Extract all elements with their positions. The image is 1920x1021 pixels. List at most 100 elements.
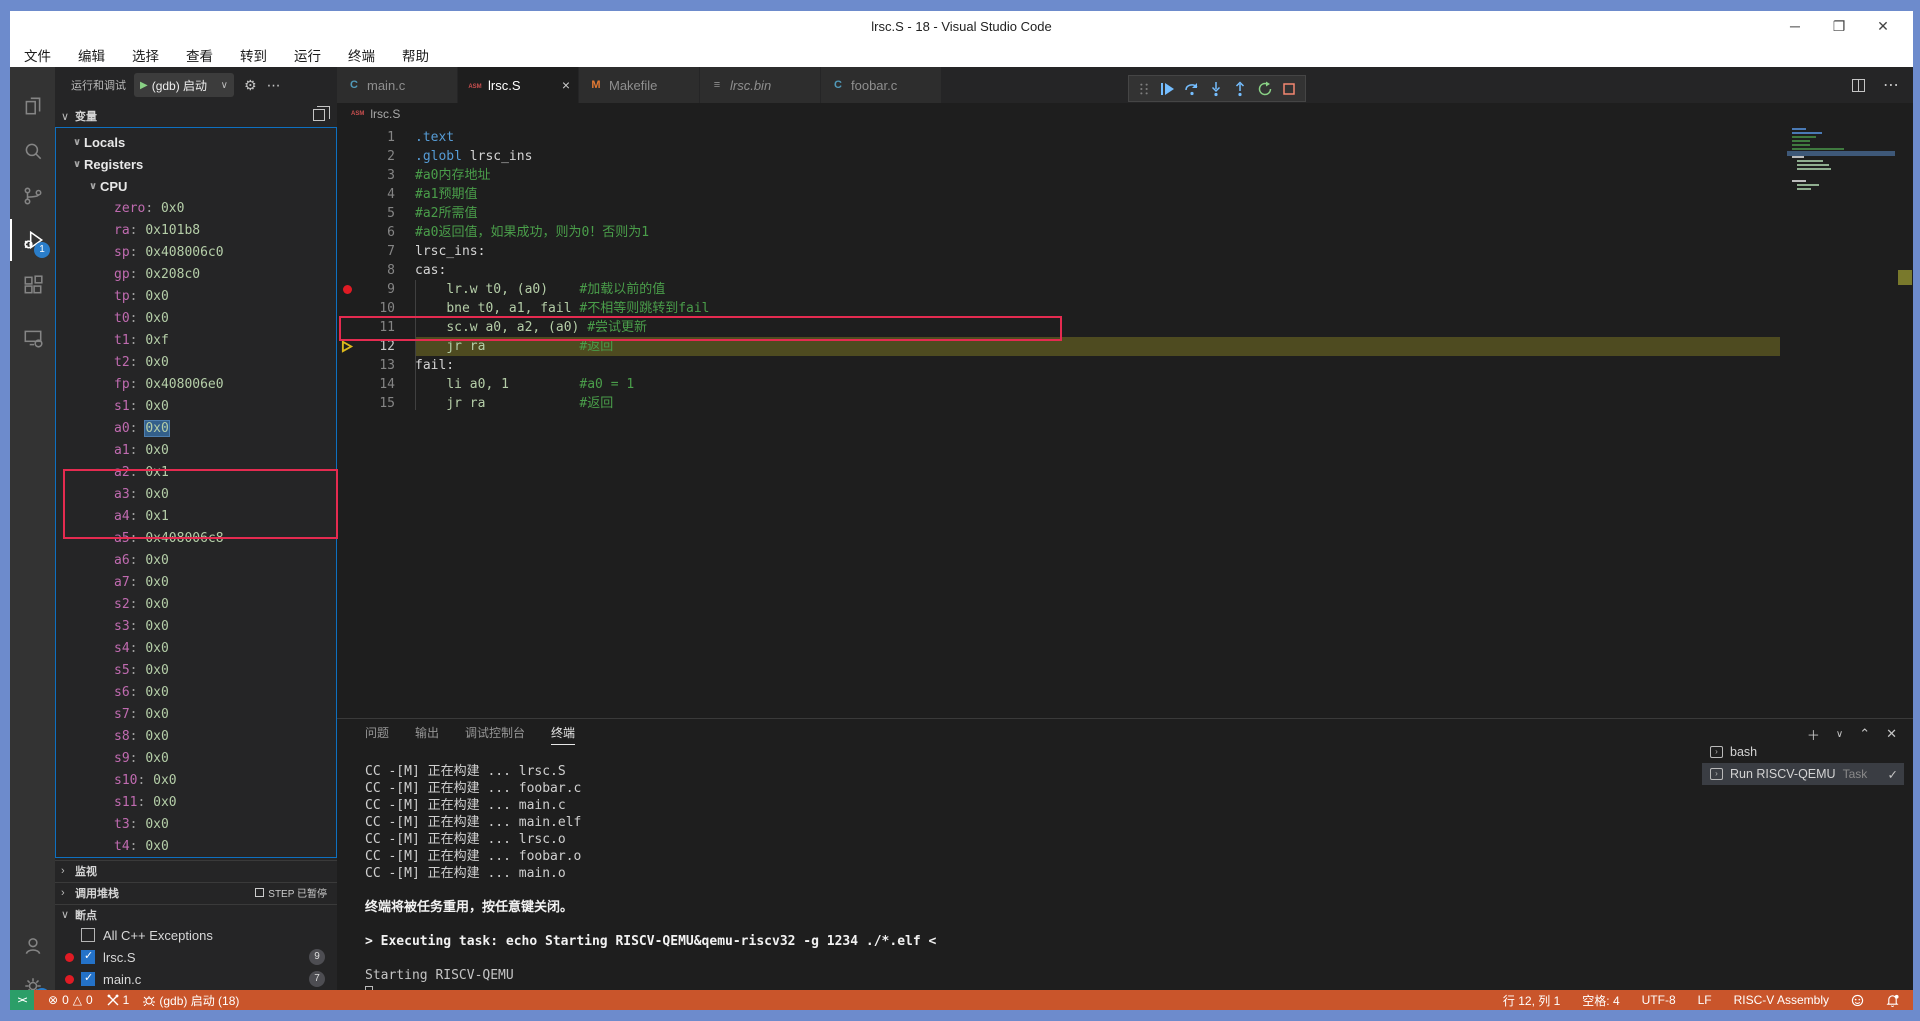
register-row[interactable]: a0: 0x0 xyxy=(56,417,336,439)
menu-item[interactable]: 终端 xyxy=(348,45,375,65)
editor-tab[interactable]: Makefile × xyxy=(579,67,700,103)
debug-session-indicator[interactable]: (gdb) 启动 (18) xyxy=(143,992,239,1009)
menu-item[interactable]: 运行 xyxy=(294,45,321,65)
panel-tab[interactable]: 终端 xyxy=(551,724,576,745)
register-row[interactable]: gp: 0x208c0 xyxy=(56,263,336,285)
breakpoints-section-header[interactable]: ∨ 断点 xyxy=(55,904,337,924)
register-row[interactable]: s7: 0x0 xyxy=(56,703,336,725)
account-icon[interactable] xyxy=(10,925,55,967)
register-row[interactable]: a1: 0x0 xyxy=(56,439,336,461)
stop-icon[interactable] xyxy=(1281,81,1297,97)
gutter[interactable] xyxy=(337,394,357,413)
code-area[interactable]: 1 .text 2 .globl lrsc_ins 3 #a0内存地址 4 #a… xyxy=(337,125,1780,718)
register-row[interactable]: a5: 0x408006c8 xyxy=(56,527,336,549)
gutter[interactable] xyxy=(337,204,357,223)
register-row[interactable]: s2: 0x0 xyxy=(56,593,336,615)
remote-indicator[interactable]: >< xyxy=(10,990,34,1010)
register-row[interactable]: t1: 0xf xyxy=(56,329,336,351)
source-control-icon[interactable] xyxy=(10,175,55,217)
code-line[interactable]: 3 #a0内存地址 xyxy=(337,166,1780,185)
breakpoint-row[interactable]: main.c 7 xyxy=(55,968,337,990)
register-row[interactable]: s6: 0x0 xyxy=(56,681,336,703)
code-line[interactable]: 8 cas: xyxy=(337,261,1780,280)
problems-indicator[interactable]: ⊗ 0 △ 0 xyxy=(48,993,93,1007)
split-editor-icon[interactable] xyxy=(1852,78,1865,92)
editor-tab[interactable]: main.c × xyxy=(337,67,458,103)
restore-button[interactable]: ❐ xyxy=(1817,11,1861,42)
register-row[interactable]: tp: 0x0 xyxy=(56,285,336,307)
terminal-dropdown-icon[interactable]: ∨ xyxy=(1836,729,1843,740)
register-row[interactable]: s9: 0x0 xyxy=(56,747,336,769)
register-row[interactable]: s4: 0x0 xyxy=(56,637,336,659)
debug-settings-gear-icon[interactable]: ⚙ xyxy=(244,77,257,94)
menu-item[interactable]: 查看 xyxy=(186,45,213,65)
code-line[interactable]: 14 li a0, 1 #a0 = 1 xyxy=(337,375,1780,394)
gutter[interactable] xyxy=(337,261,357,280)
gutter[interactable] xyxy=(337,223,357,242)
step-into-icon[interactable] xyxy=(1208,81,1224,97)
gutter[interactable] xyxy=(337,375,357,394)
code-line[interactable]: 4 #a1预期值 xyxy=(337,185,1780,204)
restart-icon[interactable] xyxy=(1257,81,1273,97)
register-row[interactable]: t2: 0x0 xyxy=(56,351,336,373)
feedback-icon[interactable] xyxy=(1851,994,1864,1007)
encoding[interactable]: UTF-8 xyxy=(1642,993,1676,1007)
gutter[interactable] xyxy=(337,318,357,337)
step-over-icon[interactable] xyxy=(1184,81,1200,97)
more-actions-icon[interactable]: ⋯ xyxy=(267,77,281,94)
register-row[interactable]: t3: 0x0 xyxy=(56,813,336,835)
menu-item[interactable]: 帮助 xyxy=(402,45,429,65)
code-line[interactable]: 11 sc.w a0, a2, (a0) #尝试更新 xyxy=(337,318,1780,337)
register-row[interactable]: a6: 0x0 xyxy=(56,549,336,571)
gutter[interactable] xyxy=(337,299,357,318)
group-icon[interactable] xyxy=(313,106,330,121)
variables-group-row[interactable]: ∨ Registers xyxy=(56,153,336,175)
menu-item[interactable]: 文件 xyxy=(24,45,51,65)
panel-tab[interactable]: 问题 xyxy=(365,724,389,744)
close-icon[interactable]: × xyxy=(562,77,570,93)
eol-sequence[interactable]: LF xyxy=(1698,993,1712,1007)
code-line[interactable]: 13 fail: xyxy=(337,356,1780,375)
register-row[interactable]: s10: 0x0 xyxy=(56,769,336,791)
code-line[interactable]: 7 lrsc_ins: xyxy=(337,242,1780,261)
register-row[interactable]: s1: 0x0 xyxy=(56,395,336,417)
breadcrumb[interactable]: ASM lrsc.S xyxy=(337,103,1913,125)
drag-handle-icon[interactable] xyxy=(1137,82,1151,96)
menu-item[interactable]: 转到 xyxy=(240,45,267,65)
terminal-list-item[interactable]: › Run RISCV-QEMU Task ✓ xyxy=(1702,763,1904,785)
register-row[interactable]: t4: 0x0 xyxy=(56,835,336,857)
panel-tab[interactable]: 输出 xyxy=(415,724,439,744)
gutter[interactable] xyxy=(337,337,357,356)
gutter[interactable] xyxy=(337,185,357,204)
menu-item[interactable]: 选择 xyxy=(132,45,159,65)
editor-tab[interactable]: foobar.c × xyxy=(821,67,942,103)
register-row[interactable]: a2: 0x1 xyxy=(56,461,336,483)
watch-section-header[interactable]: › 监视 xyxy=(55,860,337,880)
gutter[interactable] xyxy=(337,166,357,185)
step-out-icon[interactable] xyxy=(1232,80,1248,97)
minimap[interactable] xyxy=(1787,125,1897,245)
breakpoint-row[interactable]: All C++ Exceptions xyxy=(55,924,337,946)
indentation[interactable]: 空格: 4 xyxy=(1582,992,1619,1009)
running-tasks-indicator[interactable]: 1 xyxy=(107,993,129,1007)
close-button[interactable]: ✕ xyxy=(1861,11,1905,42)
gutter[interactable] xyxy=(337,280,357,299)
register-row[interactable]: s5: 0x0 xyxy=(56,659,336,681)
register-row[interactable]: a4: 0x1 xyxy=(56,505,336,527)
code-line[interactable]: 6 #a0返回值，如果成功，则为0！否则为1 xyxy=(337,223,1780,242)
register-row[interactable]: t0: 0x0 xyxy=(56,307,336,329)
variables-group-row[interactable]: ∨ Locals xyxy=(56,131,336,153)
register-row[interactable]: t5: 0x0 xyxy=(56,857,336,858)
code-line[interactable]: 2 .globl lrsc_ins xyxy=(337,147,1780,166)
close-panel-icon[interactable]: ✕ xyxy=(1886,726,1897,742)
gutter[interactable] xyxy=(337,356,357,375)
register-row[interactable]: s8: 0x0 xyxy=(56,725,336,747)
language-mode[interactable]: RISC-V Assembly xyxy=(1734,993,1829,1007)
register-row[interactable]: s3: 0x0 xyxy=(56,615,336,637)
continue-icon[interactable] xyxy=(1159,81,1175,97)
minimize-button[interactable]: ─ xyxy=(1773,11,1817,42)
remote-explorer-icon[interactable] xyxy=(10,317,55,359)
gutter[interactable] xyxy=(337,128,357,147)
breakpoint-row[interactable]: lrsc.S 9 xyxy=(55,946,337,968)
call-stack-section-header[interactable]: › 调用堆栈 STEP 已暂停 xyxy=(55,882,337,902)
